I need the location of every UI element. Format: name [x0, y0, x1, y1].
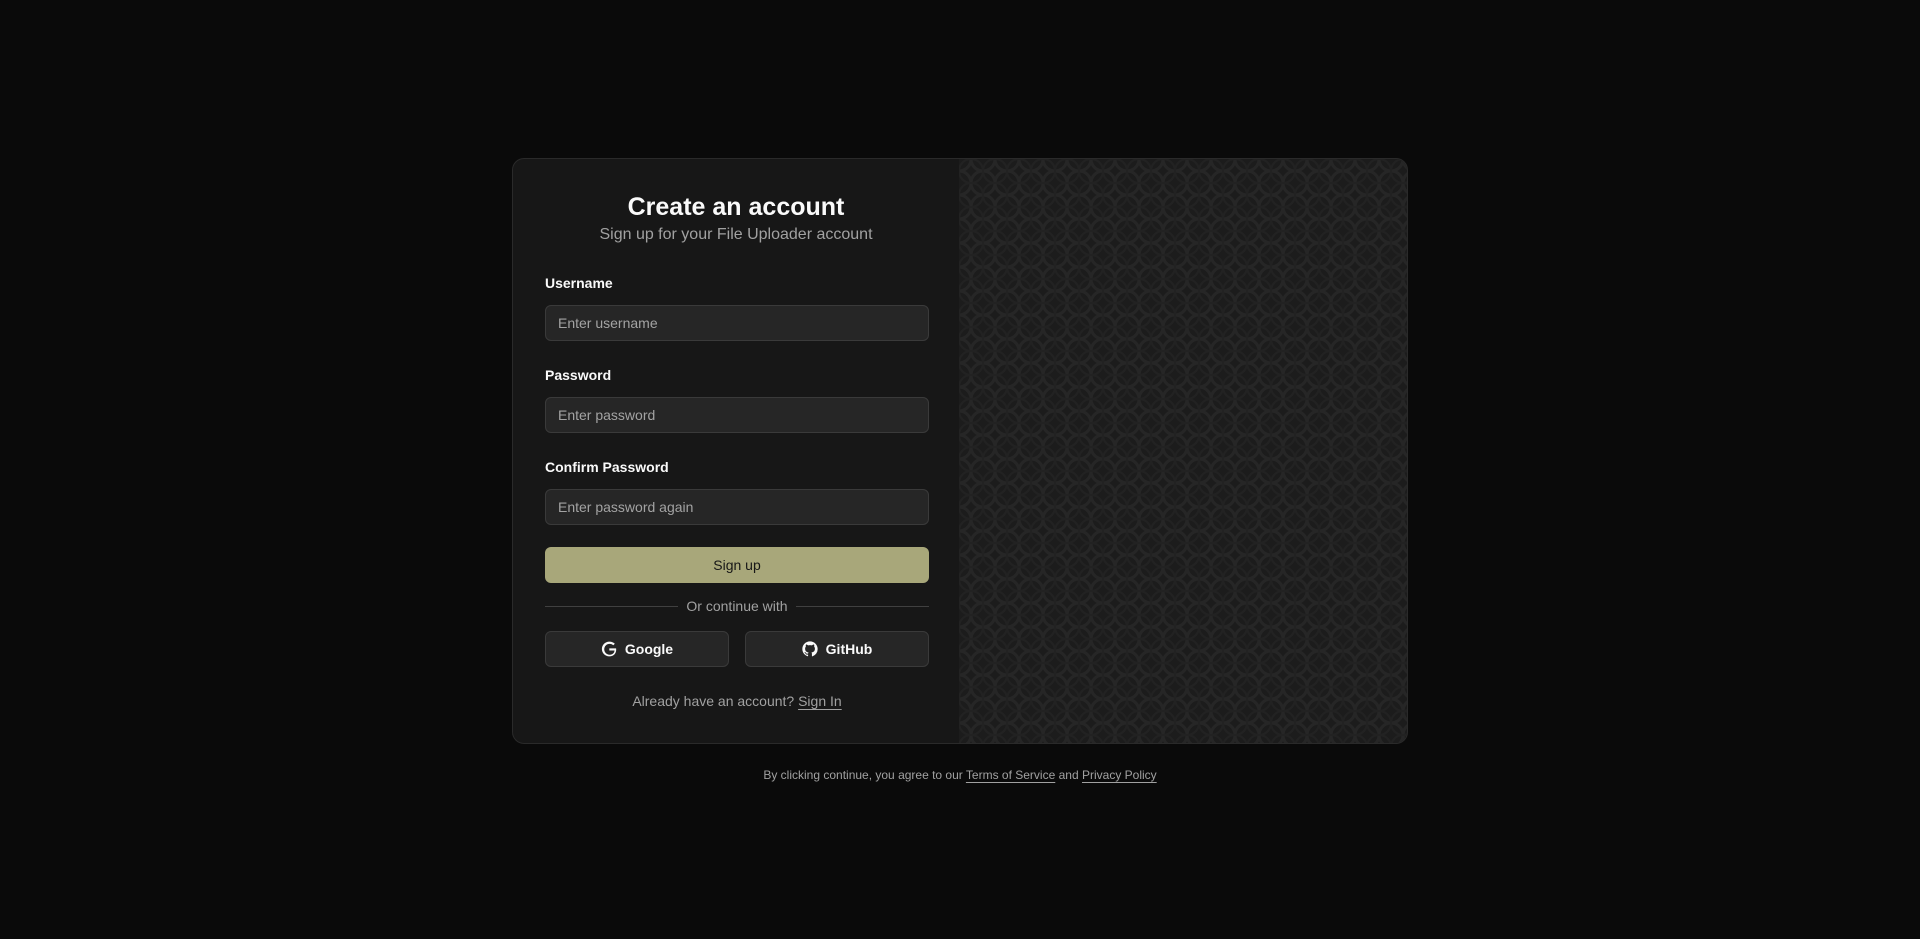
legal-conjunction: and: [1058, 768, 1079, 782]
google-login-button[interactable]: Google: [545, 631, 729, 667]
page-subtitle: Sign up for your File Uploader account: [599, 226, 873, 243]
sign-in-prompt-text: Already have an account?: [632, 693, 795, 709]
confirm-password-input[interactable]: [545, 489, 929, 525]
privacy-policy-link[interactable]: Privacy Policy: [1082, 768, 1157, 782]
or-continue-divider: Or continue with: [545, 597, 930, 615]
signup-form-pane: Create an account Sign up for your File …: [513, 159, 959, 743]
password-label: Password: [545, 367, 612, 383]
github-button-label: GitHub: [825, 641, 873, 657]
confirm-password-label: Confirm Password: [545, 459, 669, 475]
legal-notice: By clicking continue, you agree to our T…: [0, 768, 1920, 782]
page-title: Create an account: [627, 193, 845, 221]
username-field-group: Username: [545, 274, 929, 341]
decorative-pattern-panel: [959, 159, 1407, 743]
password-field-group: Password: [545, 366, 929, 433]
password-input[interactable]: [545, 397, 929, 433]
terms-of-service-link[interactable]: Terms of Service: [966, 768, 1055, 782]
legal-prefix: By clicking continue, you agree to our: [763, 768, 963, 782]
divider-line-right: [795, 605, 930, 607]
confirm-password-field-group: Confirm Password: [545, 458, 929, 525]
username-input[interactable]: [545, 305, 929, 341]
google-icon: [601, 641, 617, 657]
pattern-graphic: [959, 159, 1407, 743]
sign-in-prompt: Already have an account? Sign In: [545, 693, 929, 709]
sign-up-button[interactable]: Sign up: [545, 547, 929, 583]
username-label: Username: [545, 275, 613, 291]
social-login-row: Google GitHub: [545, 631, 929, 667]
google-button-label: Google: [624, 641, 674, 657]
github-login-button[interactable]: GitHub: [745, 631, 929, 667]
sign-in-link[interactable]: Sign In: [798, 693, 842, 709]
divider-text: Or continue with: [686, 598, 788, 614]
divider-line-left: [545, 605, 679, 607]
signup-card: Create an account Sign up for your File …: [512, 158, 1408, 744]
github-icon: [802, 641, 818, 657]
